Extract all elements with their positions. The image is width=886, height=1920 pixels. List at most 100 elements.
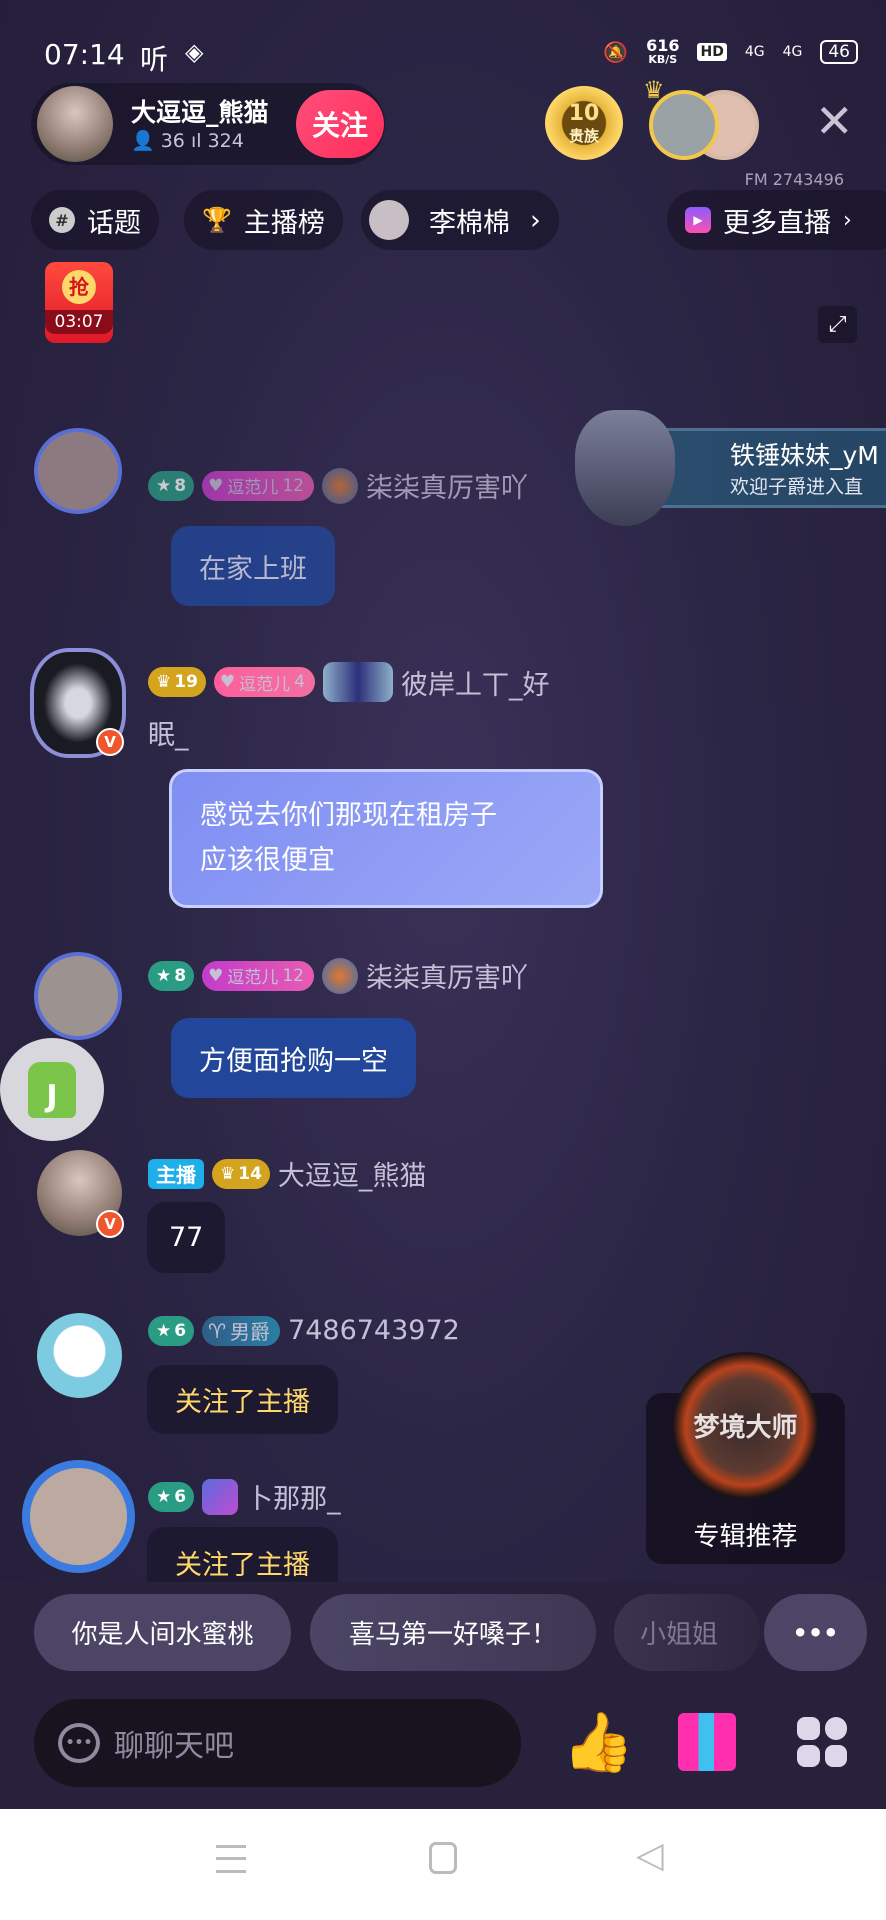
tab-featured-host[interactable]: 李棉棉 › bbox=[361, 190, 559, 250]
live-room: 07:14 听 ◈ 🔕 616 KB/S HD 4G 4G 46 大逗逗_熊猫 👤… bbox=[0, 0, 886, 1809]
avatar[interactable]: V bbox=[30, 648, 126, 758]
tab-label: 话题 bbox=[87, 207, 141, 239]
avatar[interactable] bbox=[34, 428, 122, 514]
net-speed: 616 bbox=[646, 36, 680, 55]
bar-chart-icon: ıl bbox=[190, 130, 202, 152]
avatar[interactable] bbox=[37, 1313, 122, 1398]
medal-icon bbox=[323, 662, 393, 702]
fan-badge: ♥ 逗范儿 4 bbox=[213, 667, 315, 697]
avatar[interactable]: V bbox=[37, 1150, 124, 1238]
noble-level: 10 bbox=[568, 100, 600, 126]
host-info[interactable]: 大逗逗_熊猫 👤 36 ıl 324 关注 bbox=[31, 83, 385, 165]
quick-reply[interactable]: 你是人间水蜜桃 bbox=[34, 1594, 291, 1671]
tab-topic[interactable]: # 话题 bbox=[31, 190, 159, 250]
username[interactable]: 彼岸丄丅_好 bbox=[401, 663, 550, 702]
menu-icon[interactable] bbox=[216, 1845, 246, 1873]
follower-count: 36 bbox=[160, 130, 185, 152]
layers-icon: ◈ bbox=[185, 38, 204, 66]
status-time: 07:14 bbox=[44, 38, 125, 71]
chat-bubble-icon: ••• bbox=[58, 1723, 100, 1763]
medal-icon bbox=[321, 957, 358, 994]
popularity-count: 324 bbox=[207, 130, 244, 152]
album-cover[interactable]: 梦境大师 bbox=[673, 1352, 818, 1499]
status-bar: 07:14 听 ◈ 🔕 616 KB/S HD 4G 4G 46 bbox=[0, 30, 886, 78]
app-indicator: 听 bbox=[140, 43, 169, 76]
host-avatar[interactable] bbox=[37, 86, 113, 162]
chat-bubble: 77 bbox=[147, 1202, 226, 1273]
red-packet-timer: 03:07 bbox=[45, 310, 113, 334]
red-packet[interactable]: 抢 03:07 bbox=[45, 262, 113, 343]
host-name: 大逗逗_熊猫 bbox=[131, 98, 269, 127]
message-header: ★ 8 ♥ 逗范儿 12 柒柒真厉害吖 bbox=[148, 466, 528, 505]
fm-id: FM 2743496 bbox=[744, 170, 844, 189]
fan-badge: ♥ 逗范儿 12 bbox=[202, 470, 314, 501]
message-header: ★ 8 ♥ 逗范儿 12 柒柒真厉害吖 bbox=[148, 956, 528, 995]
grid-menu-icon[interactable] bbox=[797, 1717, 847, 1767]
chat-bubble: 感觉去你们那现在租房子 应该很便宜 bbox=[169, 769, 603, 908]
tab-label: 主播榜 bbox=[243, 207, 325, 239]
username[interactable]: 大逗逗_熊猫 bbox=[278, 1154, 427, 1193]
username[interactable]: 柒柒真厉害吖 bbox=[366, 466, 528, 505]
level-badge: ★ 8 bbox=[148, 960, 195, 991]
message-header: ★ 6 卜那那_ bbox=[148, 1477, 341, 1516]
thumbs-up-icon[interactable]: 👍 bbox=[562, 1708, 634, 1777]
tab-label: 更多直播 bbox=[723, 207, 831, 239]
avatar bbox=[369, 200, 409, 240]
home-icon[interactable] bbox=[429, 1842, 457, 1874]
system-nav-bar: ◁ bbox=[0, 1809, 886, 1920]
avatar[interactable] bbox=[22, 1460, 135, 1573]
welcome-name: 铁锤妹妹_yM bbox=[730, 441, 879, 470]
close-icon[interactable]: ✕ bbox=[815, 98, 854, 144]
chevron-right-icon: › bbox=[530, 204, 541, 236]
level-badge: ★ 8 bbox=[148, 470, 195, 501]
rank-badge: ♈ 男爵 bbox=[202, 1315, 281, 1346]
follow-button[interactable]: 关注 bbox=[296, 90, 384, 158]
message-header: ♛ 19 ♥ 逗范儿 4 彼岸丄丅_好 bbox=[148, 662, 550, 702]
tab-label: 李棉棉 bbox=[429, 207, 510, 239]
quick-reply[interactable]: 喜马第一好嗓子！ bbox=[310, 1594, 596, 1671]
signal-icon: 4G bbox=[782, 43, 803, 60]
more-replies-button[interactable]: ••• bbox=[764, 1594, 867, 1671]
avatar[interactable] bbox=[34, 952, 122, 1040]
cube-icon bbox=[202, 1478, 239, 1515]
hashtag-icon: # bbox=[49, 207, 75, 233]
message-header: ★ 6 ♈ 男爵 7486743972 bbox=[148, 1315, 460, 1346]
welcome-message: 欢迎子爵进入直 bbox=[730, 476, 864, 498]
chevron-right-icon: › bbox=[843, 207, 852, 233]
verified-icon: V bbox=[96, 1210, 124, 1238]
gift-icon[interactable] bbox=[678, 1713, 736, 1771]
chat-bubble: 关注了主播 bbox=[147, 1527, 338, 1587]
crown-icon: ♛ bbox=[643, 76, 665, 104]
username[interactable]: 卜那那_ bbox=[246, 1477, 341, 1516]
chat-bubble: 在家上班 bbox=[171, 526, 335, 606]
medal-icon bbox=[321, 467, 358, 504]
username-continued: 眠_ bbox=[148, 720, 189, 751]
tab-host-ranking[interactable]: 🏆 主播榜 bbox=[184, 190, 343, 250]
welcome-banner: 铁锤妹妹_yM 欢迎子爵进入直 bbox=[575, 410, 886, 526]
battery-icon: 46 bbox=[820, 39, 858, 64]
level-badge: ★ 6 bbox=[148, 1481, 195, 1512]
back-icon[interactable]: ◁ bbox=[636, 1835, 664, 1876]
message-header: 主播 ♛ 14 大逗逗_熊猫 bbox=[148, 1154, 426, 1193]
username[interactable]: 7486743972 bbox=[288, 1315, 460, 1346]
chat-input-placeholder: 聊聊天吧 bbox=[114, 1729, 234, 1764]
noble-label: 贵族 bbox=[568, 126, 599, 145]
level-badge: ♛ 14 bbox=[212, 1158, 270, 1189]
host-stats: 👤 36 ıl 324 bbox=[131, 129, 244, 152]
android-floating-icon[interactable]: J bbox=[0, 1038, 104, 1141]
tab-more-live[interactable]: ▶ 更多直播 › bbox=[667, 190, 886, 250]
username[interactable]: 柒柒真厉害吖 bbox=[366, 956, 528, 995]
quick-reply[interactable]: 小姐姐 bbox=[614, 1594, 760, 1671]
user-icon: 👤 bbox=[131, 130, 155, 152]
chat-input[interactable]: ••• 聊聊天吧 bbox=[34, 1699, 521, 1787]
red-packet-label: 抢 bbox=[62, 270, 96, 304]
chat-bubble: 关注了主播 bbox=[147, 1365, 338, 1434]
fan-badge: ♥ 逗范儿 12 bbox=[202, 960, 314, 991]
mute-icon: 🔕 bbox=[603, 39, 629, 64]
tv-icon: ▶ bbox=[685, 207, 711, 233]
expand-icon[interactable]: ⤢ bbox=[818, 306, 857, 343]
net-speed-unit: KB/S bbox=[648, 53, 678, 66]
noble-badge[interactable]: 10 贵族 bbox=[545, 86, 623, 160]
level-badge: ★ 6 bbox=[148, 1315, 195, 1346]
trophy-icon: 🏆 bbox=[202, 206, 232, 234]
